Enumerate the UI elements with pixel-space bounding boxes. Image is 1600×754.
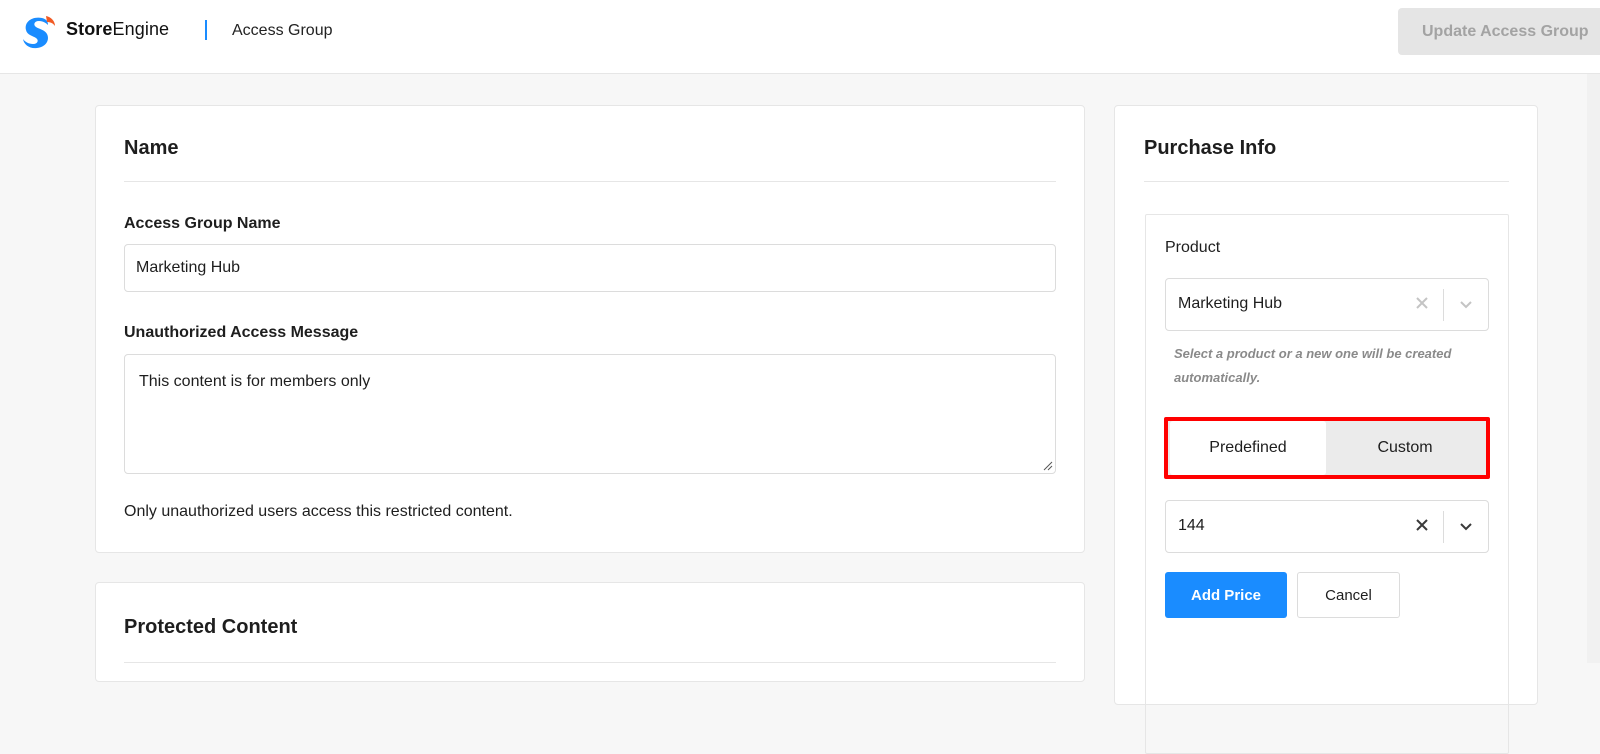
select-separator: [1443, 511, 1444, 543]
add-price-button[interactable]: Add Price: [1165, 572, 1287, 618]
custom-option[interactable]: Custom: [1326, 421, 1484, 475]
cancel-button[interactable]: Cancel: [1297, 572, 1400, 618]
predefined-option[interactable]: Predefined: [1170, 421, 1326, 475]
name-card: Name Access Group Name Marketing Hub Una…: [95, 105, 1085, 553]
page-title: Access Group: [232, 22, 333, 39]
price-mode-toggle: Predefined Custom: [1164, 417, 1490, 479]
unauthorized-message-textarea[interactable]: This content is for members only: [124, 354, 1056, 474]
chevron-down-icon[interactable]: [1456, 517, 1476, 537]
protected-content-title: Protected Content: [124, 616, 298, 638]
access-group-name-label: Access Group Name: [124, 215, 281, 232]
protected-content-card: Protected Content: [95, 582, 1085, 682]
unauthorized-help-text: Only unauthorized users access this rest…: [124, 503, 513, 520]
purchase-card-divider: [1144, 181, 1509, 182]
select-separator: [1443, 289, 1444, 321]
brand-bold: Store: [66, 19, 113, 39]
top-bar: StoreEngine Access Group Update Access G…: [0, 0, 1600, 74]
access-group-name-input[interactable]: Marketing Hub: [124, 244, 1056, 292]
logo-icon: [23, 16, 55, 49]
chevron-down-icon[interactable]: [1456, 295, 1476, 315]
brand-name: StoreEngine: [66, 19, 169, 40]
scrollbar[interactable]: [1587, 74, 1600, 663]
price-select[interactable]: 144: [1165, 500, 1489, 553]
logo[interactable]: [20, 14, 58, 50]
name-card-divider: [124, 181, 1056, 182]
update-access-group-button[interactable]: Update Access Group: [1398, 8, 1600, 55]
header-divider: [205, 20, 207, 40]
name-card-title: Name: [124, 137, 179, 159]
close-icon[interactable]: [1412, 293, 1432, 313]
product-select-value: Marketing Hub: [1178, 295, 1283, 312]
unauthorized-message-label: Unauthorized Access Message: [124, 324, 359, 341]
resize-grip-icon[interactable]: [1043, 461, 1053, 471]
product-select[interactable]: Marketing Hub: [1165, 278, 1489, 331]
price-select-value: 144: [1178, 517, 1205, 534]
price-panel: Product Marketing Hub Select a product o…: [1145, 214, 1509, 754]
close-icon[interactable]: [1412, 515, 1432, 535]
product-label: Product: [1165, 239, 1221, 256]
purchase-info-title: Purchase Info: [1144, 137, 1277, 159]
unauthorized-message-value: This content is for members only: [139, 373, 371, 390]
brand-rest: Engine: [112, 19, 170, 39]
purchase-info-card: Purchase Info Product Marketing Hub Sele…: [1114, 105, 1538, 754]
product-hint: Select a product or a new one will be cr…: [1174, 346, 1452, 385]
